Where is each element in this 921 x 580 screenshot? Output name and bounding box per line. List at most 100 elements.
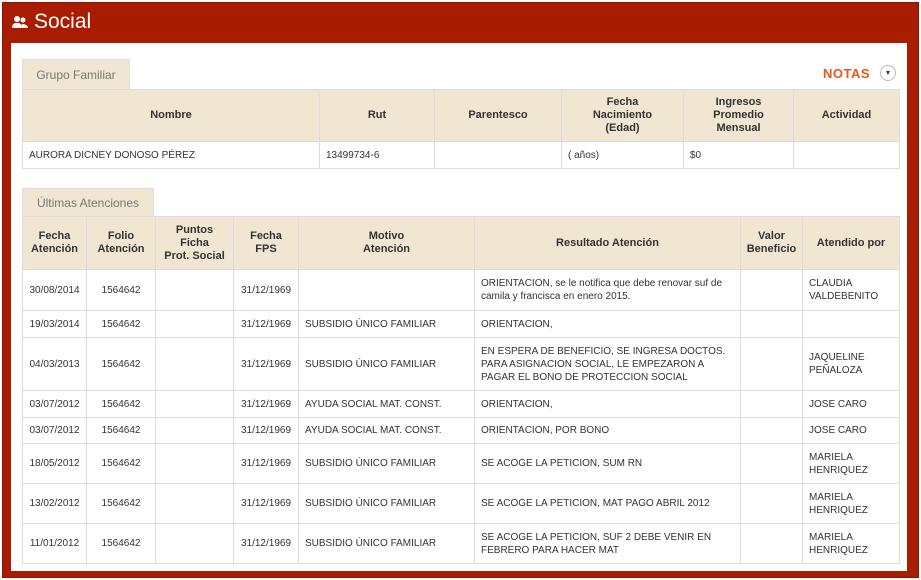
column-header: Motivo Atención [298, 216, 475, 270]
table-row[interactable]: 13/02/2012 1564642 31/12/1969 SUBSIDIO ÚNIC… [22, 483, 900, 524]
table-cell: MARIELA HENRIQUEZ [802, 483, 900, 524]
table-header-row: Fecha Atención Folio Atención Puntos Ficha… [22, 216, 900, 270]
table-cell: JAQUELINE PEÑALOZA [802, 337, 900, 391]
tab-ultimas-atenciones[interactable]: Últimas Atenciones [22, 188, 154, 217]
chevron-down-icon[interactable]: ▼ [880, 65, 896, 81]
table-cell [155, 417, 234, 444]
table-row[interactable]: 04/03/2013 1564642 31/12/1969 SUBSIDIO ÚNIC… [22, 337, 900, 391]
table-cell: EN ESPERA DE BENEFICIO, SE INGRESA DOCTO… [474, 337, 741, 391]
table-cell [740, 269, 803, 311]
content-panel: Grupo Familiar NOTAS ▼ Nombre Rut Parentes… [11, 43, 907, 571]
atenciones-table: Fecha Atención Folio Atención Puntos Ficha… [22, 216, 900, 564]
table-cell: AYUDA SOCIAL MAT. CONST. [298, 417, 475, 444]
table-cell: 1564642 [86, 337, 156, 391]
table-cell: 03/07/2012 [22, 390, 87, 418]
table-cell: 31/12/1969 [233, 337, 299, 391]
table-cell [740, 337, 803, 391]
table-row[interactable]: 18/05/2012 1564642 31/12/1969 SUBSIDIO ÚNIC… [22, 443, 900, 484]
table-row[interactable]: 03/07/2012 1564642 31/12/1969 AYUDA SOCIAL … [22, 390, 900, 418]
table-cell [155, 523, 234, 564]
table-cell: 30/08/2014 [22, 269, 87, 311]
column-header: Fecha Atención [22, 216, 87, 270]
column-header: Atendido por [802, 216, 900, 270]
table-cell: 19/03/2014 [22, 310, 87, 338]
table-cell: SE ACOGE LA PETICION, SUF 2 DEBE VENIR E… [474, 523, 741, 564]
column-header: Ingresos Promedio Mensual [683, 89, 794, 142]
table-row[interactable]: 30/08/2014 1564642 31/12/1969 ORIENTACION, … [22, 269, 900, 311]
table-cell: 1564642 [86, 483, 156, 524]
tab-grupo-familiar[interactable]: Grupo Familiar [22, 59, 130, 89]
table-cell [740, 483, 803, 524]
column-header: Parentesco [434, 89, 562, 142]
table-cell: SE ACOGE LA PETICION, SUM RN [474, 443, 741, 484]
table-cell: 03/07/2012 [22, 417, 87, 444]
table-cell: ORIENTACION, POR BONO [474, 417, 741, 444]
table-cell: 11/01/2012 [22, 523, 87, 564]
table-row[interactable]: 03/07/2012 1564642 31/12/1969 AYUDA SOCIAL … [22, 417, 900, 444]
table-row[interactable]: 11/01/2012 1564642 31/12/1969 SUBSIDIO ÚNIC… [22, 523, 900, 564]
table-cell [155, 269, 234, 311]
table-cell [740, 443, 803, 484]
table-cell [155, 390, 234, 418]
table-cell: MARIELA HENRIQUEZ [802, 443, 900, 484]
table-cell: 13499734-6 [319, 141, 435, 169]
column-header: Fecha Nacimiento (Edad) [561, 89, 684, 142]
table-cell [740, 523, 803, 564]
table-cell [740, 417, 803, 444]
table-cell: 04/03/2013 [22, 337, 87, 391]
table-cell: 31/12/1969 [233, 269, 299, 311]
table-cell: AURORA DICNEY DONOSO PÉREZ [22, 141, 320, 169]
table-cell [434, 141, 562, 169]
grupo-familiar-table: Nombre Rut Parentesco Fecha Nacimiento (Eda… [22, 89, 900, 169]
table-cell [740, 390, 803, 418]
table-cell: 13/02/2012 [22, 483, 87, 524]
column-header: Nombre [22, 89, 320, 142]
table-cell: ORIENTACION, [474, 390, 741, 418]
table-cell: 1564642 [86, 310, 156, 338]
table-cell: SUBSIDIO ÚNICO FAMILIAR [298, 337, 475, 391]
table-cell: AYUDA SOCIAL MAT. CONST. [298, 390, 475, 418]
table-cell [155, 337, 234, 391]
table-cell: ORIENTACION, [474, 310, 741, 338]
column-header: Rut [319, 89, 435, 142]
table-cell: $0 [683, 141, 794, 169]
table-cell: 1564642 [86, 269, 156, 311]
table-cell: ( años) [561, 141, 684, 169]
table-cell: 31/12/1969 [233, 483, 299, 524]
table-header-row: Nombre Rut Parentesco Fecha Nacimiento (Eda… [22, 89, 900, 142]
column-header: Puntos Ficha Prot. Social [155, 216, 234, 270]
page-title: Social [34, 10, 92, 33]
table-cell: SUBSIDIO ÚNICO FAMILIAR [298, 443, 475, 484]
table-cell: 1564642 [86, 443, 156, 484]
table-cell: JOSE CARO [802, 417, 900, 444]
table-cell: SE ACOGE LA PETICION, MAT PAGO ABRIL 201… [474, 483, 741, 524]
table-cell [793, 141, 900, 169]
table-cell: 18/05/2012 [22, 443, 87, 484]
table-cell: CLAUDIA VALDEBENITO [802, 269, 900, 311]
column-header: Folio Atención [86, 216, 156, 270]
table-cell: SUBSIDIO ÚNICO FAMILIAR [298, 310, 475, 338]
table-cell: ORIENTACION, se le notifica que debe ren… [474, 269, 741, 311]
column-header: Valor Beneficio [740, 216, 803, 270]
table-cell: 1564642 [86, 390, 156, 418]
column-header: Resultado Atención [474, 216, 741, 270]
table-cell: SUBSIDIO ÚNICO FAMILIAR [298, 483, 475, 524]
table-cell [740, 310, 803, 338]
table-cell: MARIELA HENRIQUEZ [802, 523, 900, 564]
notas-label[interactable]: NOTAS [823, 66, 870, 81]
table-cell: JOSE CARO [802, 390, 900, 418]
table-cell [155, 443, 234, 484]
table-cell: 31/12/1969 [233, 310, 299, 338]
users-icon [12, 16, 28, 28]
column-header: Fecha FPS [233, 216, 299, 270]
table-cell: 1564642 [86, 523, 156, 564]
table-row[interactable]: 19/03/2014 1564642 31/12/1969 SUBSIDIO ÚNIC… [22, 310, 900, 338]
table-cell [155, 310, 234, 338]
table-cell: 31/12/1969 [233, 417, 299, 444]
table-cell: 1564642 [86, 417, 156, 444]
table-cell [155, 483, 234, 524]
table-cell: 31/12/1969 [233, 443, 299, 484]
table-row[interactable]: AURORA DICNEY DONOSO PÉREZ 13499734-6 ( añ… [22, 141, 900, 169]
table-cell: SUBSIDIO ÚNICO FAMILIAR [298, 523, 475, 564]
table-cell [298, 269, 475, 311]
